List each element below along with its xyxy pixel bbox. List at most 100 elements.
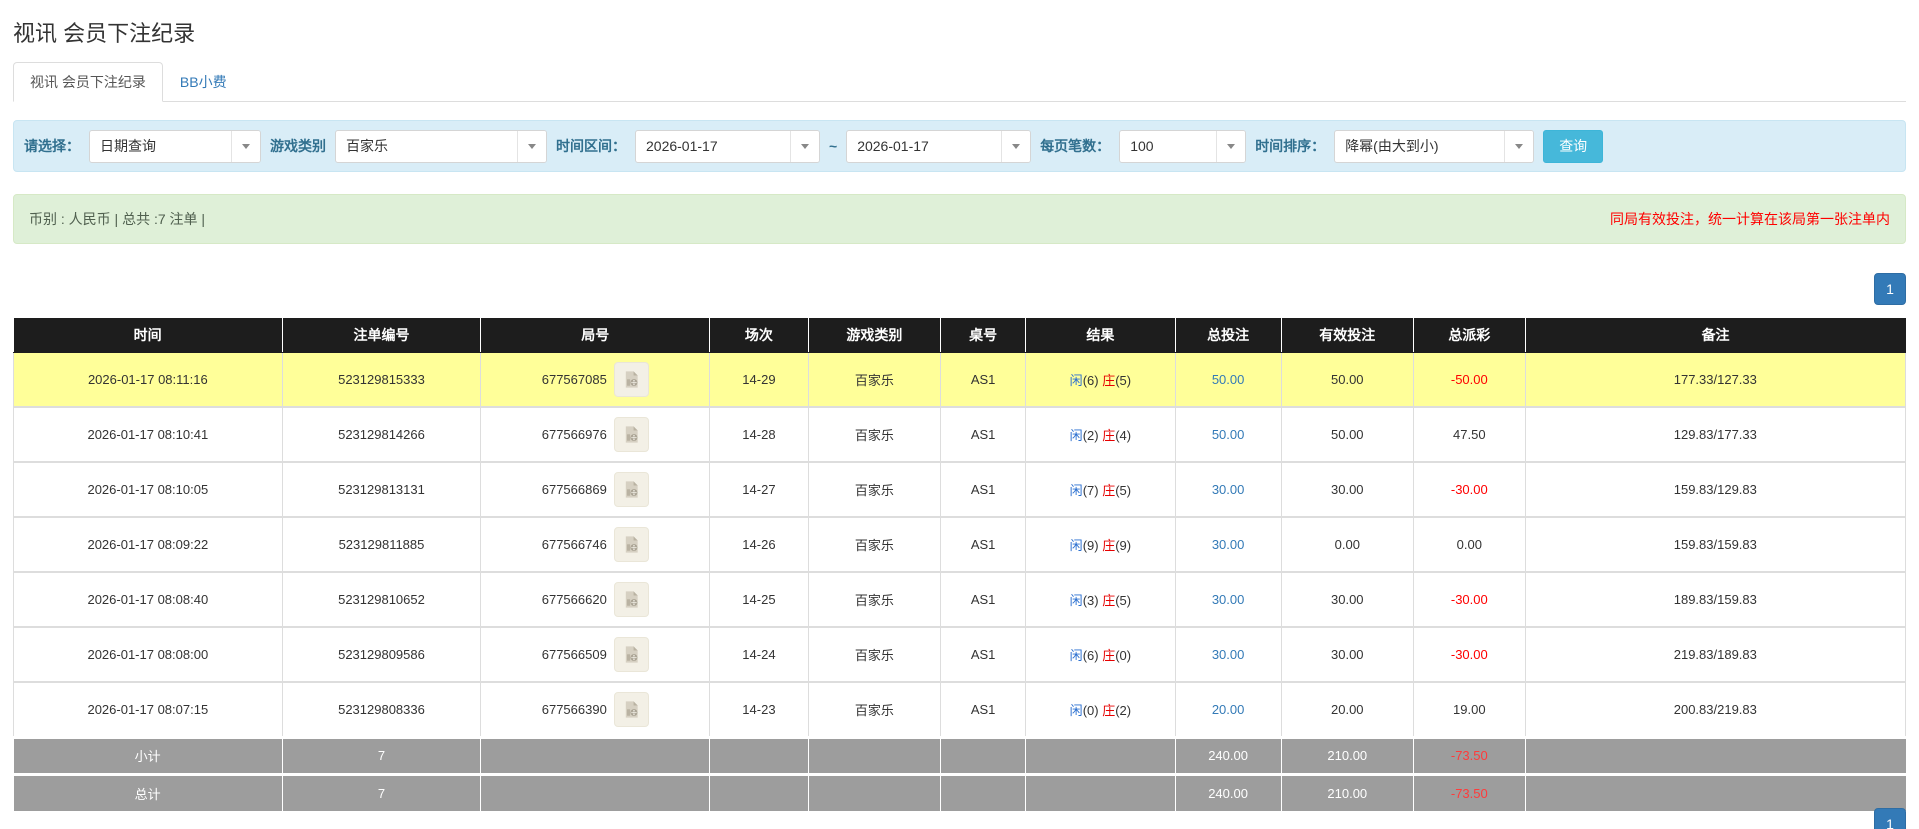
query-type-dropdown[interactable]: 日期查询 — [89, 129, 261, 163]
cell-round-id: 677566869 — [480, 461, 711, 518]
date-range-separator: ~ — [829, 138, 838, 154]
date-to-dropdown[interactable]: 2026-01-17 — [846, 129, 1032, 163]
footer-count: 7 — [282, 735, 482, 774]
cell-note: 219.83/189.83 — [1524, 626, 1907, 683]
video-replay-button[interactable] — [613, 361, 649, 397]
pagination-top: 1 — [13, 273, 1906, 305]
video-replay-button[interactable] — [613, 472, 649, 507]
table-footer-row: 小计 7 240.00 210.00 -73.50 — [13, 735, 1906, 774]
result-player-label: 闲 — [1069, 428, 1083, 443]
total-bet-link[interactable]: 30.00 — [1212, 647, 1245, 662]
chevron-down-icon — [790, 130, 819, 162]
table-row: 2026-01-17 08:10:05 523129813131 6775668… — [13, 461, 1907, 518]
total-bet-link[interactable]: 50.00 — [1212, 372, 1245, 387]
page-title: 视讯 会员下注纪录 — [13, 21, 196, 46]
pagination-bottom: 1 — [1874, 808, 1906, 829]
footer-empty — [480, 735, 711, 774]
footer-empty — [1525, 735, 1906, 774]
result-player-score: (3) — [1082, 593, 1099, 608]
select-type-label: 请选择： — [24, 138, 80, 154]
footer-empty — [808, 772, 942, 811]
time-sort-label: 时间排序： — [1255, 138, 1326, 154]
cell-round-id: 677567085 — [480, 351, 711, 408]
cell-total-bet: 30.00 — [1174, 461, 1282, 518]
page-size-dropdown[interactable]: 100 — [1119, 129, 1247, 163]
total-bet-link[interactable]: 30.00 — [1212, 592, 1245, 607]
footer-empty — [940, 772, 1027, 811]
result-banker-label: 庄 — [1102, 593, 1116, 608]
footer-payout: -73.50 — [1413, 735, 1526, 774]
cell-result: 闲(2) 庄(4) — [1025, 406, 1176, 463]
cell-valid-bet: 0.00 — [1280, 516, 1415, 573]
search-button[interactable]: 查询 — [1543, 129, 1604, 163]
cell-round-id: 677566976 — [480, 406, 711, 463]
cell-payout: 47.50 — [1413, 406, 1526, 463]
cell-payout: 19.00 — [1413, 681, 1526, 738]
total-bet-link[interactable]: 30.00 — [1212, 537, 1245, 552]
result-player-score: (6) — [1082, 372, 1099, 388]
cell-bet-id: 523129809586 — [281, 626, 482, 683]
cell-payout: -30.00 — [1413, 461, 1526, 518]
cell-session: 14-27 — [709, 461, 809, 518]
table-footer-row: 总计 7 240.00 210.00 -73.50 — [13, 772, 1906, 811]
cell-table-no: AS1 — [940, 351, 1027, 408]
cell-table-no: AS1 — [940, 516, 1027, 573]
page-size-value: 100 — [1130, 138, 1154, 154]
result-banker-score: (5) — [1115, 593, 1132, 608]
total-bet-link[interactable]: 20.00 — [1212, 702, 1245, 717]
page-1-button-bottom[interactable]: 1 — [1874, 808, 1906, 829]
round-id-text: 677566976 — [541, 427, 607, 442]
result-player-score: (7) — [1082, 483, 1099, 498]
video-replay-button[interactable] — [613, 637, 649, 672]
result-player-score: (6) — [1082, 648, 1099, 663]
date-from-dropdown[interactable]: 2026-01-17 — [635, 129, 820, 163]
tab-bar: 视讯 会员下注纪录 BB小费 — [13, 62, 1906, 102]
time-sort-dropdown[interactable]: 降幂(由大到小) — [1334, 129, 1535, 163]
cell-round-id: 677566390 — [480, 681, 711, 738]
table-row: 2026-01-17 08:11:16 523129815333 6775670… — [13, 351, 1907, 408]
video-replay-button[interactable] — [613, 691, 649, 727]
chevron-down-icon — [1216, 130, 1246, 162]
cell-session: 14-23 — [709, 681, 809, 738]
header-round-id: 局号 — [480, 318, 711, 353]
header-time: 时间 — [13, 318, 283, 353]
table-row: 2026-01-17 08:07:15 523129808336 6775663… — [13, 681, 1907, 738]
table-row: 2026-01-17 08:08:40 523129810652 6775666… — [13, 571, 1907, 628]
table-row: 2026-01-17 08:10:41 523129814266 6775669… — [13, 406, 1907, 463]
cell-table-no: AS1 — [940, 461, 1027, 518]
table-row: 2026-01-17 08:08:00 523129809586 6775665… — [13, 626, 1907, 683]
cell-session: 14-26 — [709, 516, 809, 573]
cell-game-type: 百家乐 — [807, 626, 942, 683]
cell-time: 2026-01-17 08:07:15 — [13, 681, 283, 738]
footer-total-bet: 240.00 — [1175, 735, 1282, 774]
page-1-button[interactable]: 1 — [1874, 273, 1906, 305]
cell-note: 159.83/159.83 — [1524, 516, 1907, 573]
total-bet-link[interactable]: 50.00 — [1212, 427, 1245, 442]
cell-time: 2026-01-17 08:11:16 — [13, 351, 283, 408]
tab-betting-records[interactable]: 视讯 会员下注纪录 — [13, 62, 163, 102]
cell-valid-bet: 50.00 — [1280, 351, 1415, 408]
cell-note: 200.83/219.83 — [1524, 681, 1907, 738]
header-payout: 总派彩 — [1413, 318, 1526, 353]
cell-payout: -30.00 — [1413, 571, 1526, 628]
footer-valid-bet: 210.00 — [1281, 772, 1415, 811]
cell-table-no: AS1 — [940, 626, 1027, 683]
game-type-label: 游戏类别 — [270, 138, 326, 154]
cell-note: 189.83/159.83 — [1524, 571, 1907, 628]
video-replay-button[interactable] — [613, 527, 649, 562]
game-type-value: 百家乐 — [346, 138, 388, 154]
result-player-label: 闲 — [1069, 372, 1083, 388]
cell-total-bet: 30.00 — [1174, 571, 1282, 628]
cell-note: 177.33/127.33 — [1524, 351, 1907, 408]
video-replay-button[interactable] — [613, 417, 649, 452]
result-banker-score: (9) — [1115, 538, 1132, 553]
filter-bar: 请选择： 日期查询 游戏类别 百家乐 时间区间： 2026-01-17 ~ 20… — [13, 120, 1906, 172]
result-player-label: 闲 — [1069, 648, 1083, 663]
result-banker-score: (4) — [1115, 428, 1132, 443]
game-type-dropdown[interactable]: 百家乐 — [335, 129, 547, 163]
cell-result: 闲(6) 庄(5) — [1025, 351, 1176, 408]
tab-bb-tip[interactable]: BB小费 — [163, 62, 244, 102]
cell-valid-bet: 50.00 — [1280, 406, 1415, 463]
total-bet-link[interactable]: 30.00 — [1212, 482, 1245, 497]
video-replay-button[interactable] — [613, 582, 649, 617]
